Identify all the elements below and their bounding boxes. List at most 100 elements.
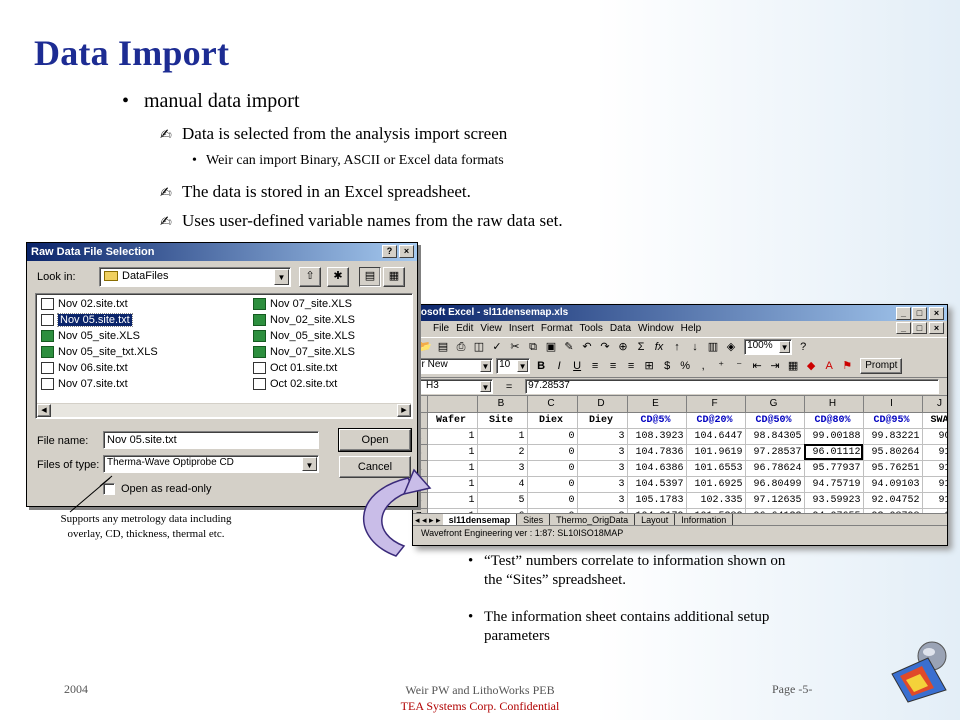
save-icon[interactable]: ▤ (435, 339, 451, 355)
table-cell[interactable]: 96.80499 (745, 476, 805, 493)
borders-icon[interactable]: ▦ (785, 358, 801, 374)
function-icon[interactable]: fx (651, 339, 667, 355)
table-cell[interactable]: 91. (922, 492, 947, 509)
column-name-cell[interactable]: Site (477, 412, 528, 429)
table-cell[interactable]: 3 (577, 492, 628, 509)
table-cell[interactable]: 91. (922, 476, 947, 493)
table-cell[interactable]: 0 (527, 460, 578, 477)
table-cell[interactable]: 1 (477, 428, 528, 445)
indent-icon[interactable]: ⇥ (767, 358, 783, 374)
prompt-button[interactable]: Prompt (860, 358, 903, 374)
preview-icon[interactable]: ◫ (471, 339, 487, 355)
decrease-decimal-icon[interactable]: ⁻ (731, 358, 747, 374)
table-cell[interactable]: 104.7836 (627, 444, 687, 461)
table-cell[interactable]: 95.76251 (863, 460, 923, 477)
column-name-cell[interactable]: CD@80% (804, 412, 864, 429)
menu-item-data[interactable]: Data (610, 323, 631, 334)
column-name-cell[interactable]: CD@95% (863, 412, 923, 429)
table-cell[interactable]: 1 (427, 508, 478, 513)
table-cell[interactable]: 3 (477, 460, 528, 477)
column-name-cell[interactable]: CD@20% (686, 412, 746, 429)
sheet-tab[interactable]: Layout (635, 514, 676, 525)
table-cell[interactable]: 3 (577, 476, 628, 493)
table-cell[interactable]: 104.6386 (627, 460, 687, 477)
cut-icon[interactable]: ✂ (507, 339, 523, 355)
column-header[interactable]: B (477, 396, 528, 413)
table-cell[interactable]: 93.59923 (804, 492, 864, 509)
undo-icon[interactable]: ↶ (579, 339, 595, 355)
column-header[interactable]: E (627, 396, 687, 413)
file-type-select[interactable]: Therma-Wave Optiprobe CD ▼ (103, 455, 319, 473)
checkbox-box[interactable] (103, 483, 115, 496)
column-name-cell[interactable]: SWA (922, 412, 947, 429)
italic-icon[interactable]: I (551, 358, 567, 374)
bold-icon[interactable]: B (533, 358, 549, 374)
table-cell[interactable]: 101.6925 (686, 476, 746, 493)
fill-color-icon[interactable]: ◆ (803, 358, 819, 374)
table-cell[interactable]: 104.5397 (627, 476, 687, 493)
minimize-button[interactable]: _ (896, 307, 911, 320)
table-cell[interactable]: 1 (427, 444, 478, 461)
sort-desc-icon[interactable]: ↓ (687, 339, 703, 355)
table-cell[interactable]: 90. (922, 428, 947, 445)
file-list-item[interactable]: Oct 02.site.txt (252, 376, 337, 392)
sheet-tab[interactable]: Thermo_OrigData (550, 514, 636, 525)
menu-item-tools[interactable]: Tools (580, 323, 603, 334)
menu-item-format[interactable]: Format (541, 323, 573, 334)
table-cell[interactable]: 95.77937 (804, 460, 864, 477)
column-name-cell[interactable]: Wafer (427, 412, 478, 429)
sort-asc-icon[interactable]: ↑ (669, 339, 685, 355)
table-cell[interactable]: 2 (477, 444, 528, 461)
align-right-icon[interactable]: ≡ (623, 358, 639, 374)
table-cell[interactable]: 93.08798 (863, 508, 923, 513)
sheet-tab[interactable]: Information (675, 514, 734, 525)
table-cell[interactable]: 0 (527, 508, 578, 513)
copy-icon[interactable]: ⧉ (525, 339, 541, 355)
file-list-item[interactable]: Nov_02_site.XLS (252, 312, 355, 328)
column-name-cell[interactable]: Diex (527, 412, 578, 429)
menu-item-help[interactable]: Help (681, 323, 702, 334)
table-cell[interactable]: 92.04752 (863, 492, 923, 509)
chart-icon[interactable]: ▥ (705, 339, 721, 355)
table-cell[interactable]: 99.83221 (863, 428, 923, 445)
table-cell[interactable]: 6 (477, 508, 528, 513)
open-icon[interactable]: 📂 (417, 339, 433, 355)
paste-icon[interactable]: ▣ (543, 339, 559, 355)
spell-icon[interactable]: ✓ (489, 339, 505, 355)
file-list-item[interactable]: Nov 07_site.XLS (252, 296, 352, 312)
formula-equals[interactable]: = (496, 381, 522, 393)
formula-input[interactable]: 97.28537 (525, 379, 940, 394)
table-cell[interactable]: 95.80264 (863, 444, 923, 461)
table-cell[interactable]: 5 (477, 492, 528, 509)
table-cell[interactable]: 3 (577, 444, 628, 461)
list-view-button[interactable]: ▤ (359, 267, 381, 287)
up-folder-button[interactable]: ⇧ (299, 267, 321, 287)
table-cell[interactable]: 0 (527, 476, 578, 493)
table-cell[interactable]: 1 (427, 460, 478, 477)
file-name-input[interactable]: Nov 05.site.txt (103, 431, 319, 449)
file-list-item[interactable]: Nov_05_site.XLS (252, 328, 355, 344)
menu-item-insert[interactable]: Insert (509, 323, 534, 334)
column-name-cell[interactable]: CD@50% (745, 412, 805, 429)
doc-minimize-button[interactable]: _ (896, 322, 911, 334)
column-header[interactable]: D (577, 396, 628, 413)
table-cell[interactable]: 91. (922, 444, 947, 461)
format-painter-icon[interactable]: ✎ (561, 339, 577, 355)
column-header[interactable]: I (863, 396, 923, 413)
table-cell[interactable]: 94.75719 (804, 476, 864, 493)
table-cell[interactable]: 105.1783 (627, 492, 687, 509)
open-button[interactable]: Open (338, 428, 412, 452)
hyperlink-icon[interactable]: ⊕ (615, 339, 631, 355)
increase-decimal-icon[interactable]: ⁺ (713, 358, 729, 374)
sheet-tab[interactable]: Sites (517, 514, 551, 525)
column-header[interactable]: G (745, 396, 805, 413)
table-cell[interactable]: 3 (577, 460, 628, 477)
row-header[interactable]: 7 (413, 508, 428, 513)
column-header[interactable]: H (804, 396, 864, 413)
column-header[interactable]: F (686, 396, 746, 413)
sheet-tab[interactable]: sl11densemap (442, 514, 518, 525)
tab-nav-icons[interactable]: ◂ ◂ ▸ ▸ (413, 515, 443, 525)
underline-icon[interactable]: U (569, 358, 585, 374)
table-cell[interactable]: 0 (527, 492, 578, 509)
font-color-icon[interactable]: A (821, 358, 837, 374)
